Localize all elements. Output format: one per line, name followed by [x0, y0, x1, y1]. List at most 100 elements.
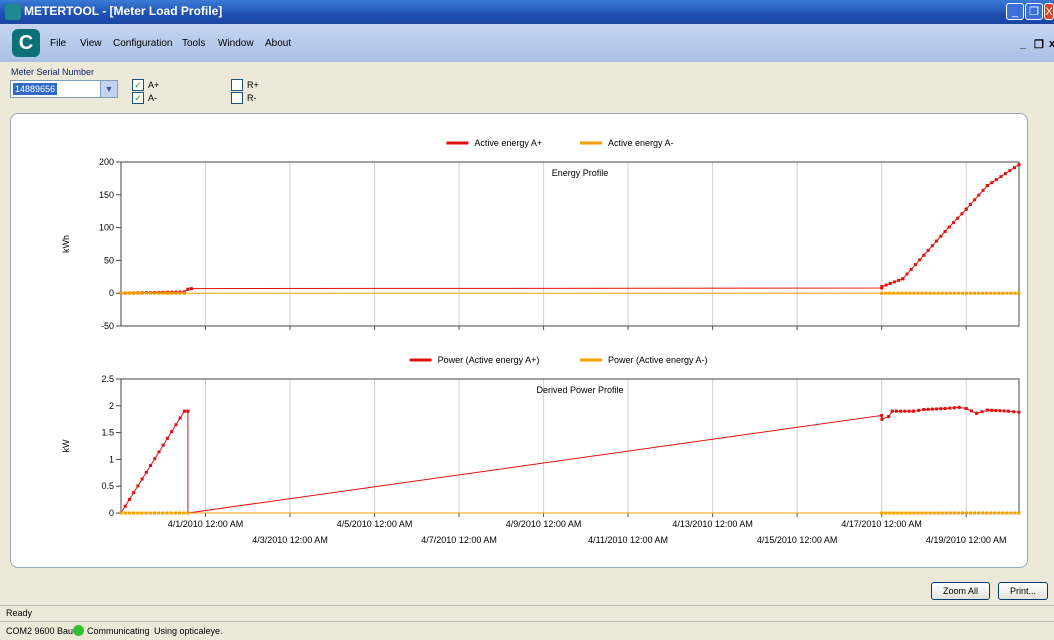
chart1-data-point-1: [1012, 166, 1016, 170]
chart1-data-point-1: [897, 278, 901, 282]
chart2-data-point-1: [907, 409, 911, 413]
checkbox-a-minus-box[interactable]: ✓: [132, 92, 144, 104]
chart1-data-point-2: [997, 291, 1001, 295]
chart1-data-point-2: [888, 291, 892, 295]
checkbox-a-plus-box[interactable]: ✓: [132, 79, 144, 91]
chart2-data-point-2: [144, 511, 148, 515]
chart1-data-point-2: [884, 291, 888, 295]
chart2-data-point-2: [985, 511, 989, 515]
chart1-data-point-1: [973, 198, 977, 202]
menu-file[interactable]: File: [50, 38, 66, 49]
chart2-data-point-2: [1017, 511, 1021, 515]
checkbox-r-plus[interactable]: R+: [231, 79, 259, 91]
chart2-data-point-2: [1009, 511, 1013, 515]
menu-about[interactable]: About: [265, 38, 291, 49]
chart2-data-point-2: [928, 511, 932, 515]
chart2-data-point-2: [132, 511, 136, 515]
chart2-data-point-1: [880, 417, 884, 421]
chart1-data-point-1: [922, 253, 926, 257]
zoom-all-button[interactable]: Zoom All: [931, 582, 990, 600]
checkbox-r-minus-box[interactable]: [231, 92, 243, 104]
chart2-x-tick-label: 4/15/2010 12:00 AM: [757, 535, 838, 545]
chart2-data-point-2: [161, 511, 165, 515]
checkbox-a-minus-label: A-: [148, 93, 157, 103]
chart1-y-tick-label: 150: [99, 190, 114, 200]
chart2-data-point-1: [952, 406, 956, 410]
chart1-data-point-2: [944, 291, 948, 295]
chart2-data-point-2: [152, 511, 156, 515]
checkbox-r-plus-box[interactable]: [231, 79, 243, 91]
restore-button[interactable]: ❐: [1025, 3, 1043, 20]
chart1-data-point-1: [994, 178, 998, 182]
chart1-data-point-1: [888, 281, 892, 285]
chart2-data-point-1: [178, 416, 182, 420]
chart1-data-point-2: [149, 291, 153, 295]
serial-number-select[interactable]: 14889656 ▼: [10, 80, 118, 98]
chart1-data-point-2: [161, 291, 165, 295]
chart2-data-point-2: [989, 511, 993, 515]
charts-canvas[interactable]: -50 0 50 100 150 200 kWh Energy Profile Active e…: [11, 114, 1027, 567]
chart1-data-point-1: [990, 181, 994, 185]
chart2-data-point-1: [957, 405, 961, 409]
print-button[interactable]: Print...: [998, 582, 1048, 600]
chart1-y-tick-label: 50: [104, 255, 114, 265]
menu-tools[interactable]: Tools: [182, 38, 205, 49]
port-status: COM2 9600 Baud: [6, 626, 79, 636]
status-ready: Ready: [6, 608, 33, 618]
chart2-y-tick-label: 1: [109, 454, 114, 464]
chart2-data-point-1: [1006, 409, 1010, 413]
comm-status: Communicating: [87, 626, 150, 636]
chart1-data-point-1: [926, 248, 930, 252]
chevron-down-icon[interactable]: ▼: [100, 81, 117, 97]
chart1-data-point-2: [993, 291, 997, 295]
mdi-restore-button[interactable]: ❐: [1034, 38, 1044, 51]
chart1-data-point-2: [123, 291, 127, 295]
chart2-data-point-2: [956, 511, 960, 515]
chart1-data-point-1: [189, 287, 193, 291]
menu-configuration[interactable]: Configuration: [113, 38, 172, 49]
chart1-data-point-1: [981, 188, 985, 192]
chart1-data-point-2: [904, 291, 908, 295]
chart1-data-point-2: [170, 291, 174, 295]
chart1-data-point-2: [981, 291, 985, 295]
mdi-close-button[interactable]: x: [1049, 38, 1054, 50]
chart2-data-point-2: [932, 511, 936, 515]
chart1-data-point-2: [989, 291, 993, 295]
chart2-data-point-2: [165, 511, 169, 515]
chart1-data-point-2: [912, 291, 916, 295]
chart2-data-point-1: [969, 409, 973, 413]
chart2-plot-frame: [120, 378, 1020, 514]
chart2-data-point-2: [964, 511, 968, 515]
chart2-data-point-1: [911, 409, 915, 413]
chart2-data-point-1: [153, 457, 157, 461]
chart2-data-point-2: [140, 511, 144, 515]
checkbox-r-minus[interactable]: R-: [231, 92, 257, 104]
chart2-data-point-1: [1012, 410, 1016, 414]
checkbox-a-plus-label: A+: [148, 80, 160, 90]
chart2-data-point-1: [132, 491, 136, 495]
chart2-data-point-2: [1005, 511, 1009, 515]
chart1-data-point-1: [960, 212, 964, 216]
menu-window[interactable]: Window: [218, 38, 254, 49]
chart1-data-point-2: [908, 291, 912, 295]
chart1-data-point-1: [1008, 169, 1012, 173]
menu-view[interactable]: View: [80, 38, 102, 49]
chart2-data-point-2: [940, 511, 944, 515]
chart1-data-point-2: [896, 291, 900, 295]
chart2-data-point-1: [174, 423, 178, 427]
close-button[interactable]: X: [1044, 3, 1054, 20]
checkbox-a-minus[interactable]: ✓ A-: [132, 92, 157, 104]
chart2-data-point-2: [136, 511, 140, 515]
chart2-data-point-1: [123, 504, 127, 508]
chart2-data-point-1: [1017, 410, 1021, 414]
chart2-data-point-1: [890, 409, 894, 413]
chart2-data-point-2: [948, 511, 952, 515]
chart1-y-axis-label: kWh: [61, 235, 71, 253]
chart2-data-point-1: [964, 406, 968, 410]
chart1-data-point-2: [153, 291, 157, 295]
minimize-button[interactable]: _: [1006, 3, 1024, 20]
mdi-minimize-button[interactable]: _: [1020, 38, 1026, 50]
checkbox-a-plus[interactable]: ✓ A+: [132, 79, 159, 91]
chart1-data-point-2: [960, 291, 964, 295]
chart1-data-point-2: [119, 291, 123, 295]
